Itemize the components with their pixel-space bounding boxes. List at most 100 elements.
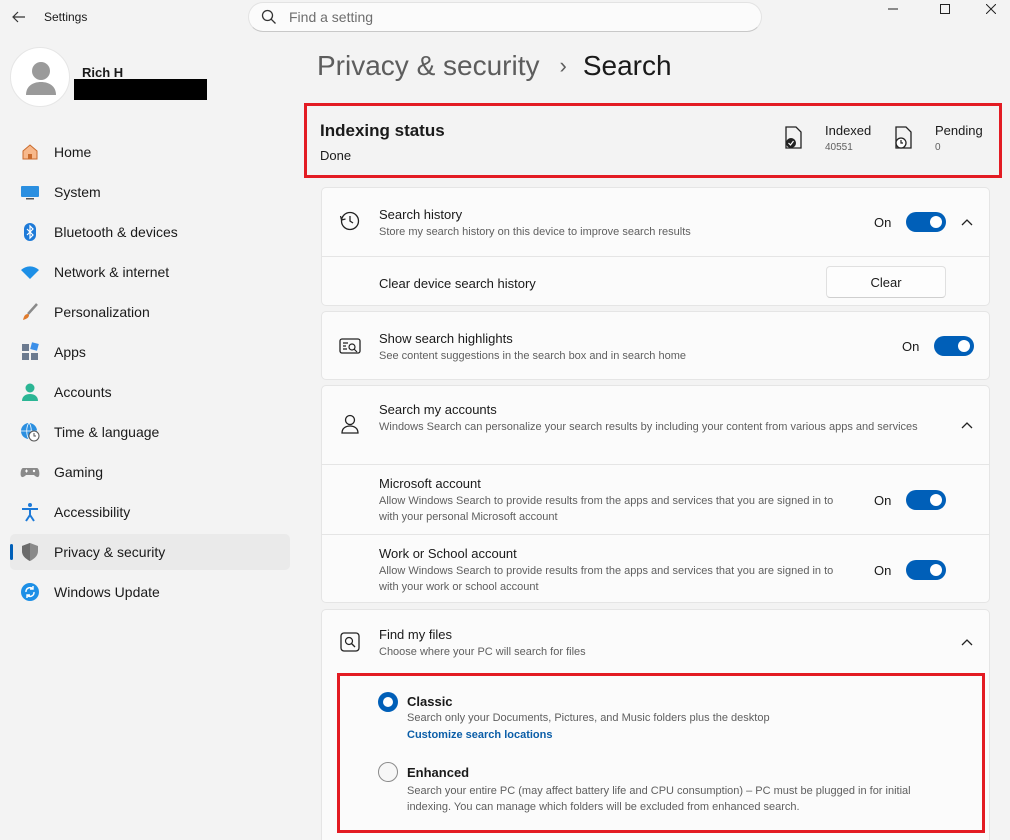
sidebar-item-label: Bluetooth & devices: [54, 224, 178, 240]
search-icon: [261, 9, 276, 24]
home-icon: [20, 142, 40, 162]
minimize-icon: [888, 8, 898, 10]
search-history-title: Search history: [379, 207, 463, 222]
sidebar-item-personalization[interactable]: Personalization: [10, 294, 290, 330]
breadcrumb-separator: ›: [559, 53, 567, 78]
pending-file-icon: [895, 126, 912, 149]
redacted-email: [74, 79, 207, 100]
maximize-button[interactable]: [922, 0, 968, 18]
person-avatar-icon: [26, 62, 56, 95]
search-accounts-title: Search my accounts: [379, 402, 497, 417]
search-history-desc: Store my search history on this device t…: [379, 226, 691, 238]
sidebar-item-apps[interactable]: Apps: [10, 334, 290, 370]
sidebar-item-network[interactable]: Network & internet: [10, 254, 290, 290]
sidebar-item-accessibility[interactable]: Accessibility: [10, 494, 290, 530]
sidebar-item-system[interactable]: System: [10, 174, 290, 210]
sidebar-item-time-language[interactable]: Time & language: [10, 414, 290, 450]
indexed-file-icon: [785, 126, 802, 149]
page-title: Search: [582, 50, 672, 81]
user-name: Rich H: [82, 65, 124, 80]
shield-icon: [20, 542, 40, 562]
file-search-icon: [340, 632, 360, 652]
avatar[interactable]: [10, 47, 70, 107]
search-highlights-title: Show search highlights: [379, 331, 513, 346]
enhanced-title: Enhanced: [407, 765, 470, 780]
breadcrumb-parent[interactable]: Privacy & security: [317, 50, 540, 82]
sidebar-item-accounts[interactable]: Accounts: [10, 374, 290, 410]
customize-search-locations-link[interactable]: Customize search locations: [407, 729, 553, 741]
sidebar-item-windows-update[interactable]: Windows Update: [10, 574, 290, 610]
sidebar-item-home[interactable]: Home: [10, 134, 290, 170]
bluetooth-icon: [20, 222, 40, 242]
accounts-icon: [20, 382, 40, 402]
pending-count: 0: [935, 142, 941, 153]
search-highlights-icon: [339, 338, 361, 354]
gamepad-icon: [20, 462, 40, 482]
classic-desc: Search only your Documents, Pictures, an…: [407, 712, 770, 724]
search-history-card: Search history Store my search history o…: [321, 187, 990, 306]
accessibility-icon: [20, 502, 40, 522]
work-account-desc: Allow Windows Search to provide results …: [379, 565, 834, 593]
search-highlights-toggle-label: On: [902, 339, 920, 354]
search-history-toggle[interactable]: [906, 212, 946, 232]
chevron-up-icon[interactable]: [959, 214, 975, 230]
sidebar-nav: Home System Bluetooth & devices Network …: [10, 134, 290, 614]
find-files-desc: Choose where your PC will search for fil…: [379, 646, 586, 658]
indexing-status-title: Indexing status: [320, 121, 445, 140]
find-setting-search[interactable]: [248, 2, 762, 32]
search-highlights-desc: See content suggestions in the search bo…: [379, 350, 686, 362]
search-accounts-card: Search my accounts Windows Search can pe…: [321, 385, 990, 603]
microsoft-account-toggle[interactable]: [906, 490, 946, 510]
find-files-title: Find my files: [379, 627, 452, 642]
maximize-icon: [940, 4, 950, 14]
enhanced-desc: Search your entire PC (may affect batter…: [407, 785, 911, 813]
sidebar-item-privacy-security[interactable]: Privacy & security: [10, 534, 290, 570]
close-icon: [986, 4, 996, 14]
search-history-toggle-label: On: [874, 215, 892, 230]
sidebar-item-label: System: [54, 184, 101, 200]
sidebar-item-label: Network & internet: [54, 264, 170, 280]
work-account-row: Work or School account Allow Windows Sea…: [322, 534, 989, 602]
work-account-title: Work or School account: [379, 546, 517, 561]
search-highlights-toggle[interactable]: [934, 336, 974, 356]
globe-clock-icon: [20, 422, 40, 442]
classic-radio[interactable]: [378, 692, 398, 712]
microsoft-account-row: Microsoft account Allow Windows Search t…: [322, 464, 989, 534]
wifi-icon: [20, 262, 40, 282]
indexing-status-card: Indexing status Done Indexed 40551 Pendi…: [307, 106, 999, 175]
search-input[interactable]: [289, 9, 709, 25]
find-files-row[interactable]: Find my files Choose where your PC will …: [322, 610, 989, 674]
work-account-toggle[interactable]: [906, 560, 946, 580]
search-highlights-card[interactable]: Show search highlights See content sugge…: [321, 311, 990, 380]
indexed-count: 40551: [825, 142, 853, 153]
update-icon: [20, 582, 40, 602]
pending-label: Pending: [935, 123, 983, 138]
sidebar-item-label: Personalization: [54, 304, 150, 320]
sidebar-item-label: Windows Update: [54, 584, 160, 600]
minimize-button[interactable]: [870, 0, 916, 18]
chevron-up-icon[interactable]: [959, 417, 975, 433]
search-accounts-desc: Windows Search can personalize your sear…: [379, 421, 918, 433]
apps-icon: [20, 342, 40, 362]
microsoft-account-desc: Allow Windows Search to provide results …: [379, 495, 834, 523]
classic-title: Classic: [407, 694, 453, 709]
app-title: Settings: [44, 10, 88, 24]
person-icon: [341, 414, 359, 434]
sidebar-item-bluetooth[interactable]: Bluetooth & devices: [10, 214, 290, 250]
clear-history-label: Clear device search history: [379, 276, 536, 291]
clear-button[interactable]: Clear: [826, 266, 946, 298]
back-button[interactable]: [8, 6, 30, 28]
sidebar-item-gaming[interactable]: Gaming: [10, 454, 290, 490]
sidebar-item-label: Privacy & security: [54, 544, 166, 560]
search-history-row[interactable]: Search history Store my search history o…: [322, 188, 989, 256]
microsoft-account-toggle-label: On: [874, 493, 892, 508]
chevron-up-icon[interactable]: [959, 634, 975, 650]
sidebar-item-label: Accessibility: [54, 504, 131, 520]
search-accounts-row[interactable]: Search my accounts Windows Search can pe…: [322, 386, 989, 464]
clear-history-row: Clear device search history Clear: [322, 256, 989, 306]
enhanced-radio[interactable]: [378, 762, 398, 782]
close-button[interactable]: [968, 0, 1010, 18]
sidebar-item-label: Home: [54, 144, 92, 160]
work-account-toggle-label: On: [874, 563, 892, 578]
breadcrumb: Privacy & security › Search: [317, 50, 672, 82]
